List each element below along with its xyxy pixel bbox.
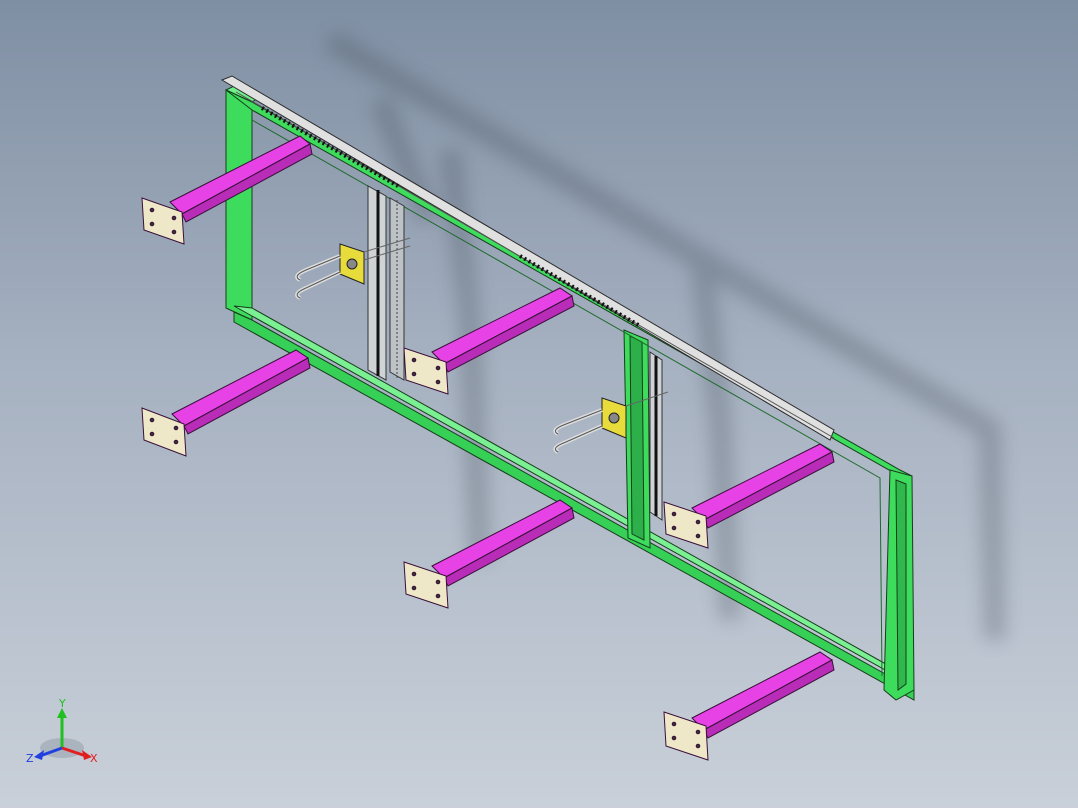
assembly-model xyxy=(141,30,1006,761)
x-axis-label: X xyxy=(90,752,98,765)
support-arm-2 xyxy=(141,349,311,457)
right-vertical-rail xyxy=(649,351,663,521)
z-axis-label: Z xyxy=(26,752,34,765)
left-post xyxy=(225,89,253,321)
y-axis-label: Y xyxy=(58,697,66,710)
cad-viewport[interactable] xyxy=(0,0,1078,808)
orientation-triad[interactable]: Y X Z xyxy=(24,690,114,780)
triad-axes-icon: Y X Z xyxy=(26,697,98,765)
top-rail xyxy=(220,75,835,441)
left-vertical-rail xyxy=(367,185,405,381)
support-arm-5 xyxy=(663,443,835,549)
support-arm-6 xyxy=(663,651,835,761)
bottom-beam xyxy=(233,311,915,701)
support-arm-3 xyxy=(403,287,575,395)
